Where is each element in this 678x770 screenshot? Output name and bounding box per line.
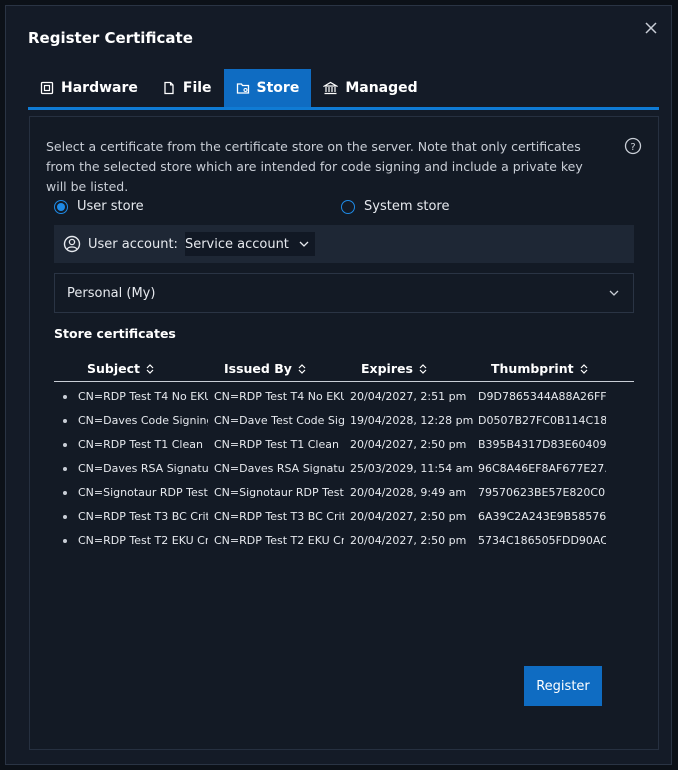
cell-thumbprint: 6A39C2A243E9B58576...: [478, 510, 606, 523]
radio-indicator: [341, 199, 355, 214]
cell-expires: 20/04/2027, 2:50 pm: [350, 510, 467, 523]
sort-icon: [298, 363, 306, 374]
store-description: Select a certificate from the certificat…: [46, 139, 583, 194]
cell-thumbprint: 96C8A46EF8AF677E27...: [478, 462, 606, 475]
sort-icon: [146, 363, 154, 374]
close-button[interactable]: [642, 19, 660, 37]
row-bullet: [63, 419, 67, 423]
section-title: Store certificates: [54, 326, 176, 341]
row-bullet: [63, 539, 67, 543]
radio-selected-indicator: [54, 199, 68, 214]
cell-issued-by: CN=Dave Test Code Signi...: [214, 414, 344, 427]
store-panel: Select a certificate from the certificat…: [29, 116, 659, 750]
tab-label: Store: [256, 80, 300, 96]
user-account-value: Service account: [184, 236, 289, 252]
tab-label: File: [182, 80, 212, 96]
cell-subject: CN=RDP Test T3 BC Critic...: [78, 510, 208, 523]
store-icon: [236, 83, 249, 94]
cell-thumbprint: D0507B27FC0B114C18...: [478, 414, 606, 427]
system-store-radio[interactable]: System store: [341, 199, 450, 214]
radio-label: System store: [364, 199, 450, 214]
sort-icon: [580, 363, 588, 374]
dialog-title: Register Certificate: [28, 29, 193, 47]
table-row[interactable]: CN=RDP Test T3 BC Critic... CN=RDP Test …: [54, 505, 634, 529]
cell-subject: CN=Daves Code Signing: [78, 414, 208, 427]
tab-file[interactable]: File: [150, 69, 224, 107]
store-select[interactable]: Personal (My): [54, 273, 634, 313]
cell-expires: 25/03/2029, 11:54 am: [350, 462, 474, 475]
cell-thumbprint: D9D7865344A88A26FF...: [478, 390, 606, 403]
column-header-subject[interactable]: Subject: [87, 361, 154, 376]
help-icon: ?: [624, 137, 642, 155]
tab-label: Hardware: [61, 80, 138, 96]
table-row[interactable]: CN=RDP Test T1 Clean CN=RDP Test T1 Clea…: [54, 433, 634, 457]
row-bullet: [63, 491, 67, 495]
tab-label: Managed: [345, 80, 418, 96]
register-button[interactable]: Register: [524, 666, 602, 706]
table-row[interactable]: CN=Daves RSA Signature CN=Daves RSA Sign…: [54, 457, 634, 481]
column-header-expires[interactable]: Expires: [361, 361, 427, 376]
cell-expires: 20/04/2027, 2:50 pm: [350, 438, 467, 451]
cell-issued-by: CN=RDP Test T3 BC Critic...: [214, 510, 344, 523]
table-header: Subject Issued By Expires Thumbprint: [54, 359, 634, 382]
table-row[interactable]: CN=RDP Test T2 EKU Crit... CN=RDP Test T…: [54, 529, 634, 553]
table-row[interactable]: CN=Daves Code Signing CN=Dave Test Code …: [54, 409, 634, 433]
column-header-thumbprint[interactable]: Thumbprint: [491, 361, 588, 376]
row-bullet: [63, 395, 67, 399]
row-bullet: [63, 443, 67, 447]
row-bullet: [63, 467, 67, 471]
tab-hardware[interactable]: Hardware: [28, 69, 150, 107]
cell-expires: 19/04/2028, 12:28 pm: [350, 414, 474, 427]
table-row[interactable]: CN=Signotaur RDP Test CN=Signotaur RDP T…: [54, 481, 634, 505]
cell-expires: 20/04/2027, 2:51 pm: [350, 390, 467, 403]
store-select-value: Personal (My): [67, 285, 156, 301]
close-icon: [645, 22, 657, 34]
tab-bar: Hardware File Store Managed: [28, 69, 659, 110]
cell-subject: CN=RDP Test T1 Clean: [78, 438, 203, 451]
cell-subject: CN=Signotaur RDP Test: [78, 486, 208, 499]
chip-icon: [40, 81, 54, 95]
file-icon: [164, 81, 174, 95]
user-account-select[interactable]: Service account: [184, 232, 315, 256]
user-icon: [63, 235, 81, 253]
table-row[interactable]: CN=RDP Test T4 No EKU CN=RDP Test T4 No …: [54, 385, 634, 409]
cell-thumbprint: 5734C186505FDD90AC...: [478, 534, 606, 547]
cell-issued-by: CN=RDP Test T1 Clean: [214, 438, 339, 451]
certificate-list: CN=RDP Test T4 No EKU CN=RDP Test T4 No …: [54, 385, 634, 553]
cell-expires: 20/04/2028, 9:49 am: [350, 486, 467, 499]
cell-issued-by: CN=RDP Test T4 No EKU: [214, 390, 344, 403]
tab-store[interactable]: Store: [223, 69, 312, 107]
chevron-down-icon: [609, 290, 619, 296]
tab-managed[interactable]: Managed: [311, 69, 429, 107]
chevron-down-icon: [299, 241, 309, 247]
cell-thumbprint: 79570623BE57E820C0...: [478, 486, 606, 499]
row-bullet: [63, 515, 67, 519]
user-store-radio[interactable]: User store: [54, 199, 144, 214]
register-certificate-dialog: Register Certificate Hardware File Store…: [5, 5, 672, 765]
user-account-row: User account: Service account: [54, 225, 634, 263]
cell-thumbprint: B395B4317D83E60409...: [478, 438, 606, 451]
cell-subject: CN=RDP Test T4 No EKU: [78, 390, 208, 403]
column-header-issued-by[interactable]: Issued By: [224, 361, 306, 376]
cell-subject: CN=Daves RSA Signature: [78, 462, 208, 475]
cell-subject: CN=RDP Test T2 EKU Crit...: [78, 534, 208, 547]
cell-issued-by: CN=RDP Test T2 EKU Criti...: [214, 534, 344, 547]
user-account-label: User account:: [88, 236, 178, 252]
help-button[interactable]: ?: [624, 137, 642, 159]
cell-issued-by: CN=Daves RSA Signature: [214, 462, 344, 475]
cell-issued-by: CN=Signotaur RDP Test: [214, 486, 344, 499]
svg-text:?: ?: [630, 142, 635, 153]
radio-label: User store: [77, 199, 144, 214]
sort-icon: [419, 363, 427, 374]
bank-icon: [323, 81, 339, 95]
cell-expires: 20/04/2027, 2:50 pm: [350, 534, 467, 547]
